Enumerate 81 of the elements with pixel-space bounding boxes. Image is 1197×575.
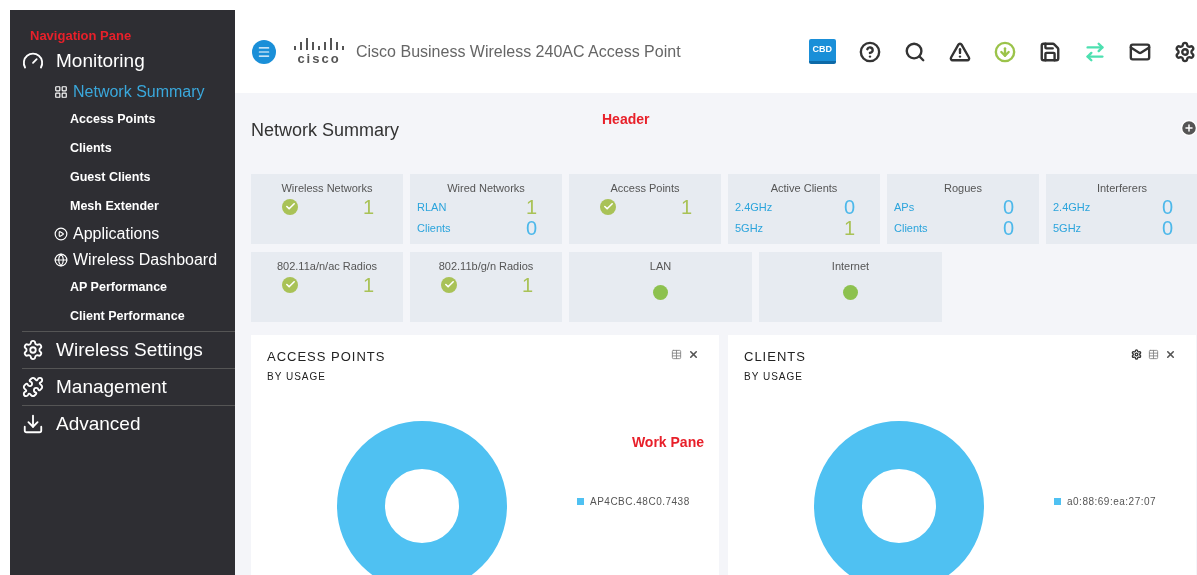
- check-icon: [600, 198, 616, 215]
- panel-title: CLIENTS: [744, 348, 806, 366]
- check-icon: [282, 276, 298, 293]
- tile-title: Active Clients: [769, 181, 839, 196]
- nav-item[interactable]: Access Points: [54, 105, 156, 134]
- menu-button[interactable]: [252, 39, 276, 64]
- nav-item[interactable]: Monitoring: [10, 43, 145, 79]
- logo-text: cisco: [297, 51, 341, 66]
- nav-item[interactable]: Management: [22, 369, 167, 405]
- grid-icon: [54, 85, 68, 99]
- legend-label: AP4CBC.48C0.7438: [590, 494, 690, 509]
- tile-label: APs: [894, 199, 915, 215]
- panel-title: ACCESS POINTS: [267, 348, 386, 366]
- tile-title: 802.11a/n/ac Radios: [275, 259, 379, 274]
- check-icon: [441, 276, 457, 293]
- globe-icon: [54, 253, 68, 267]
- tile-label: 2.4GHz: [735, 199, 773, 215]
- warning-button[interactable]: [949, 40, 971, 63]
- tile-value: 0: [1161, 197, 1173, 217]
- mail-button[interactable]: [1129, 40, 1151, 63]
- tile-value: 1: [843, 218, 855, 238]
- page-title: Network Summary: [251, 119, 400, 142]
- nav-item[interactable]: Applications: [54, 221, 160, 247]
- tile-value: 0: [525, 218, 537, 238]
- play-icon: [54, 227, 68, 241]
- settings-button[interactable]: [1131, 349, 1142, 360]
- add-button[interactable]: [1180, 119, 1197, 137]
- nav-item[interactable]: Guest Clients: [54, 163, 151, 192]
- tile-value: 0: [1002, 218, 1014, 238]
- annotation-label: Navigation Pane: [29, 28, 133, 43]
- legend-label: a0:88:69:ea:27:07: [1067, 494, 1157, 509]
- tile-title: Wired Networks: [446, 181, 526, 196]
- tile-title: 802.11b/g/n Radios: [437, 259, 535, 274]
- tile-label: RLAN: [417, 199, 447, 215]
- table-button[interactable]: [1148, 349, 1159, 360]
- tile-label: 5GHz: [735, 220, 764, 236]
- nav-item[interactable]: Client Performance: [54, 302, 185, 331]
- nav-item[interactable]: Wireless Settings: [22, 332, 203, 368]
- tile-label: 2.4GHz: [1053, 199, 1091, 215]
- tile-label: 5GHz: [1053, 220, 1082, 236]
- close-button[interactable]: [688, 349, 699, 360]
- badge-button[interactable]: CBD: [808, 39, 836, 64]
- nav-item[interactable]: Wireless Dashboard: [54, 247, 218, 273]
- nav-item[interactable]: Advanced: [22, 406, 141, 442]
- header-title: Cisco Business Wireless 240AC Access Point: [356, 41, 681, 62]
- save-button[interactable]: [1039, 40, 1061, 63]
- tile-title: LAN: [648, 259, 673, 274]
- tile-title: Internet: [830, 259, 871, 274]
- tile-label: Clients: [894, 220, 928, 236]
- tile-value: 0: [1002, 197, 1014, 217]
- nav-item[interactable]: Mesh Extender: [54, 192, 159, 221]
- tile-label: Clients: [417, 220, 451, 236]
- tile-title: Wireless Networks: [280, 181, 374, 196]
- nav-item[interactable]: AP Performance: [54, 273, 168, 302]
- logo-bars-icon: [294, 37, 344, 50]
- tile-title: Access Points: [609, 181, 681, 196]
- nav-item[interactable]: Clients: [54, 134, 112, 163]
- tile-value: 1: [362, 196, 374, 217]
- menu-icon: [257, 44, 271, 59]
- tile-title: Interferers: [1095, 181, 1149, 196]
- tile-value: 1: [525, 197, 537, 217]
- download-icon: [22, 413, 44, 435]
- tile-value: 1: [362, 274, 374, 295]
- search-button[interactable]: [904, 40, 926, 63]
- tile-value: 1: [680, 196, 692, 217]
- annotation-label: Header: [602, 110, 650, 129]
- tile-value: 0: [1161, 218, 1173, 238]
- check-icon: [282, 198, 298, 215]
- panel-subtitle: BY USAGE: [267, 369, 327, 384]
- tile-title: Rogues: [943, 181, 983, 196]
- close-button[interactable]: [1165, 349, 1176, 360]
- panel-subtitle: BY USAGE: [744, 369, 804, 384]
- puzzle-icon: [22, 376, 44, 398]
- tile-value: 0: [843, 197, 855, 217]
- gear-icon: [22, 339, 44, 361]
- settings-button[interactable]: [1174, 40, 1196, 63]
- help-button[interactable]: [859, 40, 881, 63]
- tile-value: 1: [521, 274, 533, 295]
- table-button[interactable]: [671, 349, 682, 360]
- annotation-label: Work Pane: [631, 433, 704, 452]
- nav-item[interactable]: Network Summary: [54, 79, 205, 105]
